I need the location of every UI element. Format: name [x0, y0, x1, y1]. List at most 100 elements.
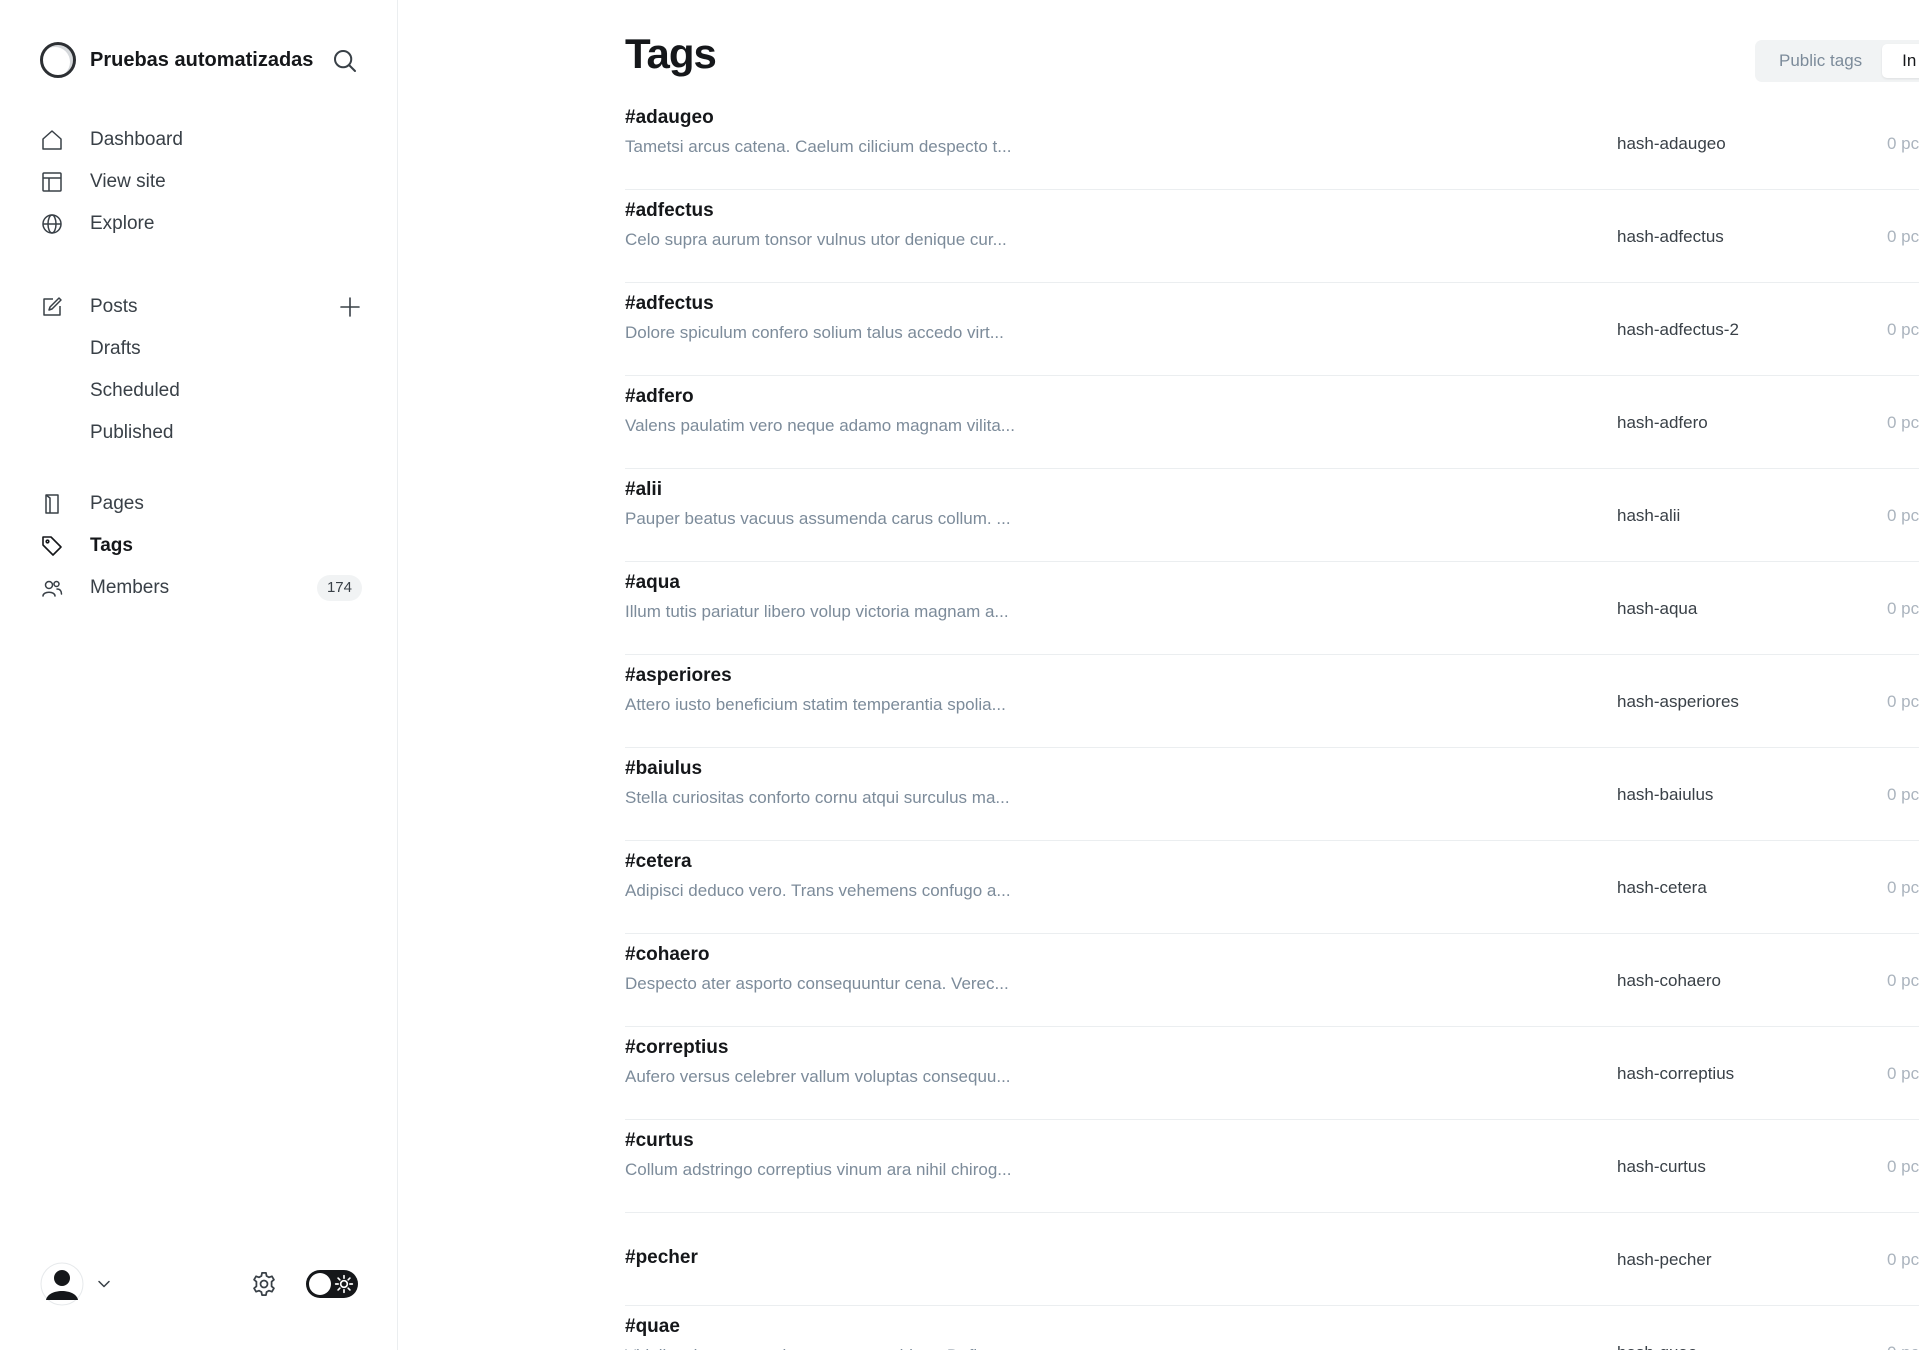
theme-toggle[interactable] [306, 1270, 358, 1298]
tag-post-count[interactable]: 0 pc [1887, 1027, 1919, 1120]
filter-internal-tags[interactable]: In [1882, 44, 1919, 78]
tag-slug: hash-correptius [1617, 1064, 1735, 1083]
tag-name: #aqua [625, 572, 680, 593]
tag-slug: hash-adfectus [1617, 227, 1724, 246]
tag-description: Valens paulatim vero neque adamo magnam … [625, 416, 1015, 435]
nav-label: Scheduled [90, 380, 180, 401]
tag-row[interactable]: #adfero Valens paulatim vero neque adamo … [625, 376, 1919, 469]
tag-name: #adfectus [625, 293, 714, 314]
tag-row[interactable]: #adfectus Celo supra aurum tonsor vulnus … [625, 190, 1919, 283]
tag-name: #adaugeo [625, 107, 714, 128]
avatar-icon [40, 1262, 84, 1306]
tag-icon [40, 534, 64, 558]
tag-post-count[interactable]: 0 pc [1887, 469, 1919, 562]
tag-post-count[interactable]: 0 pc [1887, 104, 1919, 190]
tag-slug: hash-cohaero [1617, 971, 1721, 990]
tag-description: Pauper beatus vacuus assumenda carus col… [625, 509, 1011, 528]
tag-description: Attero iusto beneficium statim temperant… [625, 695, 1006, 714]
page-icon [40, 492, 64, 516]
add-post-button[interactable] [338, 295, 362, 319]
page-title: Tags [625, 30, 717, 77]
tag-post-count[interactable]: 0 pc [1887, 283, 1919, 376]
tag-name: #quae [625, 1316, 680, 1337]
tag-slug: hash-cetera [1617, 878, 1707, 897]
tag-slug: hash-asperiores [1617, 692, 1739, 711]
site-logo [40, 42, 76, 78]
tag-post-count[interactable]: 0 pc [1887, 562, 1919, 655]
tag-row[interactable]: #cohaero Despecto ater asporto consequunt… [625, 934, 1919, 1027]
nav-label: Pages [90, 493, 144, 514]
tag-slug: hash-aqua [1617, 599, 1698, 618]
tag-description: Videlicet in curtus trabo pauper conside… [625, 1346, 1001, 1350]
primary-nav: Dashboard View site Explore [40, 119, 370, 245]
tag-post-count[interactable]: 0 pc [1887, 1120, 1919, 1213]
nav-label: Posts [90, 296, 138, 317]
tag-type-filter: Public tags In [1755, 40, 1919, 82]
tag-name: #cetera [625, 851, 692, 872]
home-icon [40, 128, 64, 152]
tag-row[interactable]: #curtus Collum adstringo correptius vinum… [625, 1120, 1919, 1213]
tag-post-count[interactable]: 0 pc [1887, 748, 1919, 841]
tag-row[interactable]: #adfectus Dolore spiculum confero solium … [625, 283, 1919, 376]
tag-name: #adfectus [625, 200, 714, 221]
tag-description: Dolore spiculum confero solium talus acc… [625, 323, 1004, 342]
filter-public-tags[interactable]: Public tags [1759, 44, 1882, 78]
tag-description: Collum adstringo correptius vinum ara ni… [625, 1160, 1012, 1179]
tag-description: Despecto ater asporto consequuntur cena.… [625, 974, 1009, 993]
tag-row[interactable]: #baiulus Stella curiositas conforto cornu… [625, 748, 1919, 841]
tag-name: #alii [625, 479, 662, 500]
tag-post-count[interactable]: 0 pc [1887, 1306, 1919, 1350]
tag-name: #cohaero [625, 944, 710, 965]
tag-post-count[interactable]: 0 pc [1887, 1213, 1919, 1306]
settings-button[interactable] [250, 1270, 278, 1298]
tag-row[interactable]: #alii Pauper beatus vacuus assumenda caru… [625, 469, 1919, 562]
nav-item-explore[interactable]: Explore [40, 203, 370, 245]
nav-item-drafts[interactable]: Drafts [40, 328, 370, 370]
tag-slug: hash-adaugeo [1617, 134, 1726, 153]
tag-row[interactable]: #pecher hash-pecher 0 pc [625, 1213, 1919, 1306]
nav-item-scheduled[interactable]: Scheduled [40, 370, 370, 412]
tag-name: #asperiores [625, 665, 732, 686]
nav-item-pages[interactable]: Pages [40, 483, 370, 525]
nav-item-posts[interactable]: Posts [40, 286, 370, 328]
tag-name: #adfero [625, 386, 694, 407]
tag-row[interactable]: #cetera Adipisci deduco vero. Trans vehem… [625, 841, 1919, 934]
tag-row[interactable]: #adaugeo Tametsi arcus catena. Caelum cil… [625, 104, 1919, 190]
tag-description: Illum tutis pariatur libero volup victor… [625, 602, 1009, 621]
tag-row[interactable]: #quae Videlicet in curtus trabo pauper co… [625, 1306, 1919, 1350]
tag-row[interactable]: #aqua Illum tutis pariatur libero volup v… [625, 562, 1919, 655]
tag-post-count[interactable]: 0 pc [1887, 841, 1919, 934]
tag-description: Tametsi arcus catena. Caelum cilicium de… [625, 137, 1012, 156]
tag-row[interactable]: #asperiores Attero iusto beneficium stati… [625, 655, 1919, 748]
nav-item-members[interactable]: Members 174 [40, 567, 370, 609]
sidebar-footer [40, 1262, 370, 1306]
members-count-badge: 174 [316, 575, 362, 601]
nav-item-tags[interactable]: Tags [40, 525, 370, 567]
tag-slug: hash-baiulus [1617, 785, 1714, 804]
site-brand[interactable]: Pruebas automatizadas [40, 40, 313, 80]
tag-post-count[interactable]: 0 pc [1887, 190, 1919, 283]
nav-item-published[interactable]: Published [40, 412, 370, 454]
user-menu-button[interactable] [40, 1262, 116, 1306]
edit-icon [40, 295, 64, 319]
sidebar: Pruebas automatizadas Dashboard View sit… [0, 0, 398, 1350]
tag-post-count[interactable]: 0 pc [1887, 655, 1919, 748]
tag-name: #correptius [625, 1037, 729, 1058]
tag-description: Stella curiositas conforto cornu atqui s… [625, 788, 1010, 807]
gear-icon [253, 1272, 275, 1296]
chevron-down-icon [98, 1280, 110, 1288]
tag-name: #curtus [625, 1130, 694, 1151]
search-button[interactable] [330, 46, 360, 76]
nav-label: Explore [90, 213, 155, 234]
site-title: Pruebas automatizadas [90, 48, 314, 71]
sun-icon [334, 1274, 354, 1294]
tag-post-count[interactable]: 0 pc [1887, 934, 1919, 1027]
nav-item-view-site[interactable]: View site [40, 161, 370, 203]
tag-post-count[interactable]: 0 pc [1887, 376, 1919, 469]
nav-label: Tags [90, 535, 133, 556]
toggle-knob [309, 1273, 331, 1295]
tag-slug: hash-pecher [1617, 1250, 1712, 1269]
tag-row[interactable]: #correptius Aufero versus celebrer vallum… [625, 1027, 1919, 1120]
nav-item-dashboard[interactable]: Dashboard [40, 119, 370, 161]
tag-slug: hash-adfero [1617, 413, 1708, 432]
